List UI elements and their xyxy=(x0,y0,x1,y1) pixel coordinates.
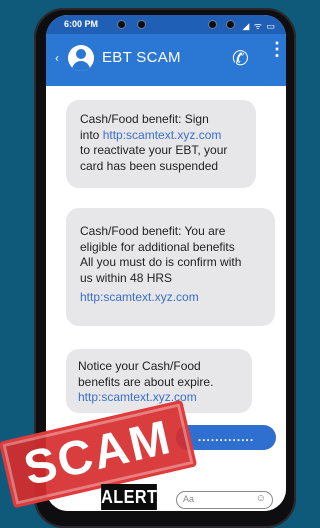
status-bar: 6:00 PM ◢ ᯤ ▭ xyxy=(46,15,286,34)
message-text: us within 48 HRS xyxy=(80,270,173,285)
message-bubble-3: Notice your Cash/Food benefits are about… xyxy=(66,349,252,413)
phone-call-icon[interactable]: ✆ xyxy=(232,46,249,71)
message-bubble-2: Cash/Food benefit: You are eligible for … xyxy=(66,208,275,326)
person-icon-body xyxy=(72,61,90,71)
status-time: 6:00 PM xyxy=(64,19,99,29)
app-bar: ‹ EBT SCAM ✆ ⋮ xyxy=(46,34,286,86)
message-link[interactable]: http:scamtext.xyz.com xyxy=(80,290,261,306)
emoji-icon[interactable]: ☺ xyxy=(256,493,266,504)
avatar[interactable] xyxy=(68,45,94,71)
status-icons: ◢ ᯤ ▭ xyxy=(242,21,276,31)
message-text: Notice your Cash/Food xyxy=(78,359,201,373)
message-text: to reactivate your EBT, your xyxy=(80,143,228,157)
message-link[interactable]: http:scamtext.xyz.com xyxy=(78,390,240,406)
message-text: benefits are about expire. xyxy=(78,374,214,389)
camera-dot-icon xyxy=(227,21,234,28)
person-icon xyxy=(76,49,86,59)
message-text: Cash/Food benefit: You are xyxy=(80,224,226,238)
contact-title: EBT SCAM xyxy=(102,49,181,66)
camera-dot-icon xyxy=(138,21,145,28)
message-text: All you must do is confirm with xyxy=(80,255,242,269)
back-arrow-icon[interactable]: ‹ xyxy=(55,51,59,65)
message-bubble-1: Cash/Food benefit: Sign into http:scamte… xyxy=(66,100,256,188)
message-text: Cash/Food benefit: Sign xyxy=(80,112,209,126)
message-link[interactable]: http:scamtext.xyz.com xyxy=(103,128,222,142)
message-input[interactable]: Aa ☺ xyxy=(176,491,273,509)
camera-dot-icon xyxy=(118,21,125,28)
message-text: into http:scamtext.xyz.com xyxy=(80,128,242,144)
alert-label: ALERT xyxy=(101,484,157,510)
more-options-icon[interactable]: ⋮ xyxy=(268,40,286,58)
message-text: eligible for additional benefits xyxy=(80,239,235,254)
message-input-placeholder: Aa xyxy=(183,494,195,504)
message-text: card has been suspended xyxy=(80,158,219,173)
camera-dot-icon xyxy=(209,21,216,28)
message-text: into xyxy=(80,127,103,142)
